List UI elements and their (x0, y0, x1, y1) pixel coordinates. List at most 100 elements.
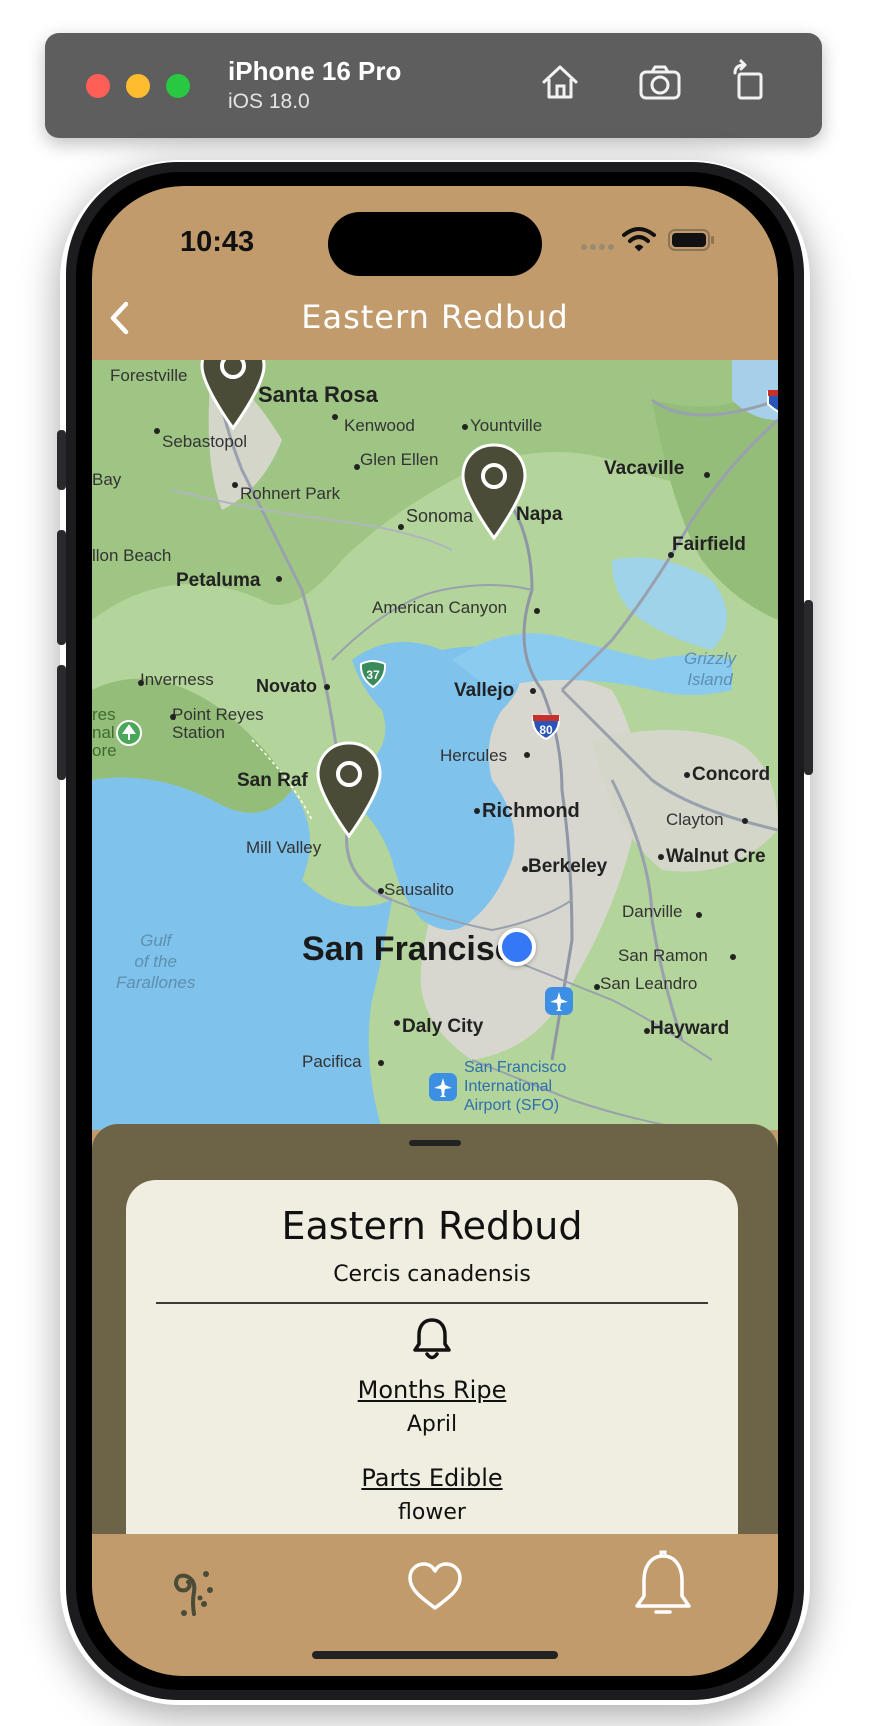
airport-icon[interactable] (544, 986, 574, 1016)
map-dot (324, 684, 330, 690)
map-label-vallejo: Vallejo (454, 680, 515, 701)
map-label-sebastopol: Sebastopol (162, 432, 248, 451)
map-label-inverness: Inverness (140, 670, 214, 689)
map-label-clayton: Clayton (666, 810, 724, 829)
interstate-80-shield-icon: 80 (531, 714, 561, 740)
map-dot (378, 1060, 384, 1066)
rotate-icon[interactable] (726, 58, 774, 106)
map-dot (394, 1020, 400, 1026)
sheet-drag-handle[interactable] (409, 1140, 461, 1146)
map-dot (668, 552, 674, 558)
map-label-grizzly-island: Grizzly Island (684, 649, 736, 689)
map-label-point-reyes-seashore: res nal ore (92, 705, 117, 760)
map-label-san-rafael: San Raf (237, 770, 308, 791)
map-label-walnut-creek: Walnut Cre (666, 846, 766, 867)
volume-up-button (57, 530, 66, 645)
map-label-san-ramon: San Ramon (618, 946, 708, 965)
sprout-icon[interactable] (162, 1556, 228, 1622)
map-label-daly-city: Daly City (402, 1016, 484, 1037)
park-icon (116, 720, 142, 746)
wifi-icon (622, 227, 656, 252)
map-label-rohnert-park: Rohnert Park (240, 484, 341, 503)
map-dot (684, 772, 690, 778)
close-window-button[interactable] (86, 74, 110, 98)
map-label-santa-rosa: Santa Rosa (258, 382, 378, 407)
plant-location-pin-icon[interactable] (314, 740, 384, 840)
map-dot (138, 680, 144, 686)
highway-37-label: 37 (366, 668, 380, 682)
plant-common-name: Eastern Redbud (281, 1204, 583, 1248)
map-label-berkeley: Berkeley (528, 856, 608, 877)
map-label-novato: Novato (256, 676, 318, 696)
home-indicator[interactable] (312, 1651, 558, 1659)
map-label-san-leandro: San Leandro (600, 974, 698, 993)
map-label-vacaville: Vacaville (604, 458, 685, 479)
map-dot (154, 428, 160, 434)
heart-icon[interactable] (402, 1556, 468, 1622)
battery-icon (668, 229, 714, 251)
map-dot (354, 464, 360, 470)
map-dot (534, 608, 540, 614)
map-dot (742, 818, 748, 824)
plant-location-pin-icon[interactable] (459, 442, 529, 542)
map-label-gulf-of-the-farallones: Gulf of the Farallones (116, 931, 196, 992)
months-ripe-label: Months Ripe (357, 1376, 507, 1404)
map-dot (644, 1028, 650, 1034)
map-dot (696, 912, 702, 918)
map-label-forestville: Forestville (110, 366, 188, 385)
volume-down-button (57, 665, 66, 780)
map-dot (522, 866, 528, 872)
map-label-sausalito: Sausalito (384, 880, 454, 899)
map-label-richmond: Richmond (482, 800, 580, 822)
parts-edible-label: Parts Edible (361, 1464, 503, 1492)
action-button (57, 430, 66, 490)
map-dot (378, 888, 384, 894)
map-label-bay: Bay (92, 470, 122, 489)
months-ripe-value: April (406, 1412, 458, 1437)
map-dot (474, 808, 480, 814)
home-icon[interactable] (536, 58, 584, 106)
map-dot (594, 984, 600, 990)
map-view[interactable]: Forestville Santa Rosa Kenwood Yountvill… (92, 360, 778, 1130)
map-label-fairfield: Fairfield (672, 534, 746, 555)
map-label-glen-ellen: Glen Ellen (360, 450, 439, 469)
map-label-pacifica: Pacifica (302, 1052, 362, 1071)
map-dot (462, 424, 468, 430)
bell-icon[interactable] (630, 1550, 696, 1624)
plant-location-pin-icon[interactable] (198, 360, 268, 432)
simulator-toolbar (45, 33, 822, 138)
map-label-hayward: Hayward (650, 1018, 730, 1039)
card-divider (156, 1302, 708, 1304)
plant-detail-sheet[interactable]: Eastern Redbud Cercis canadensis Months … (92, 1124, 778, 1600)
device-name: iPhone 16 Pro (228, 56, 402, 86)
map-dot (232, 482, 238, 488)
map-label-point-reyes-station: Point Reyes Station (172, 705, 264, 742)
map-dot (398, 524, 404, 530)
status-time: 10:43 (180, 226, 255, 258)
bell-icon[interactable] (412, 1316, 452, 1364)
map-dot (170, 714, 176, 720)
map-dot (524, 752, 530, 758)
map-label-danville: Danville (622, 902, 683, 921)
screenshot-camera-icon[interactable] (636, 58, 684, 106)
map-label-sfo: San Francisco International Airport (SFO… (464, 1059, 567, 1114)
map-label-yountville: Yountville (470, 416, 543, 435)
highway-37-shield-icon: 37 (359, 660, 387, 688)
map-dot (704, 472, 710, 478)
cellular-signal-icon (581, 244, 614, 250)
os-version: iOS 18.0 (228, 90, 310, 113)
map-dot (332, 414, 338, 420)
sfo-airport-icon[interactable] (428, 1072, 458, 1102)
zoom-window-button[interactable] (166, 74, 190, 98)
map-label-dillon-beach: llon Beach (92, 546, 172, 565)
dynamic-island (328, 212, 542, 276)
power-button (804, 600, 813, 775)
map-dot (658, 854, 664, 860)
minimize-window-button[interactable] (126, 74, 150, 98)
map-dot (730, 954, 736, 960)
map-dot (276, 576, 282, 582)
map-label-hercules: Hercules (440, 746, 508, 765)
page-title: Eastern Redbud (301, 298, 569, 336)
map-dot (530, 688, 536, 694)
map-label-american-canyon: American Canyon (372, 598, 508, 617)
